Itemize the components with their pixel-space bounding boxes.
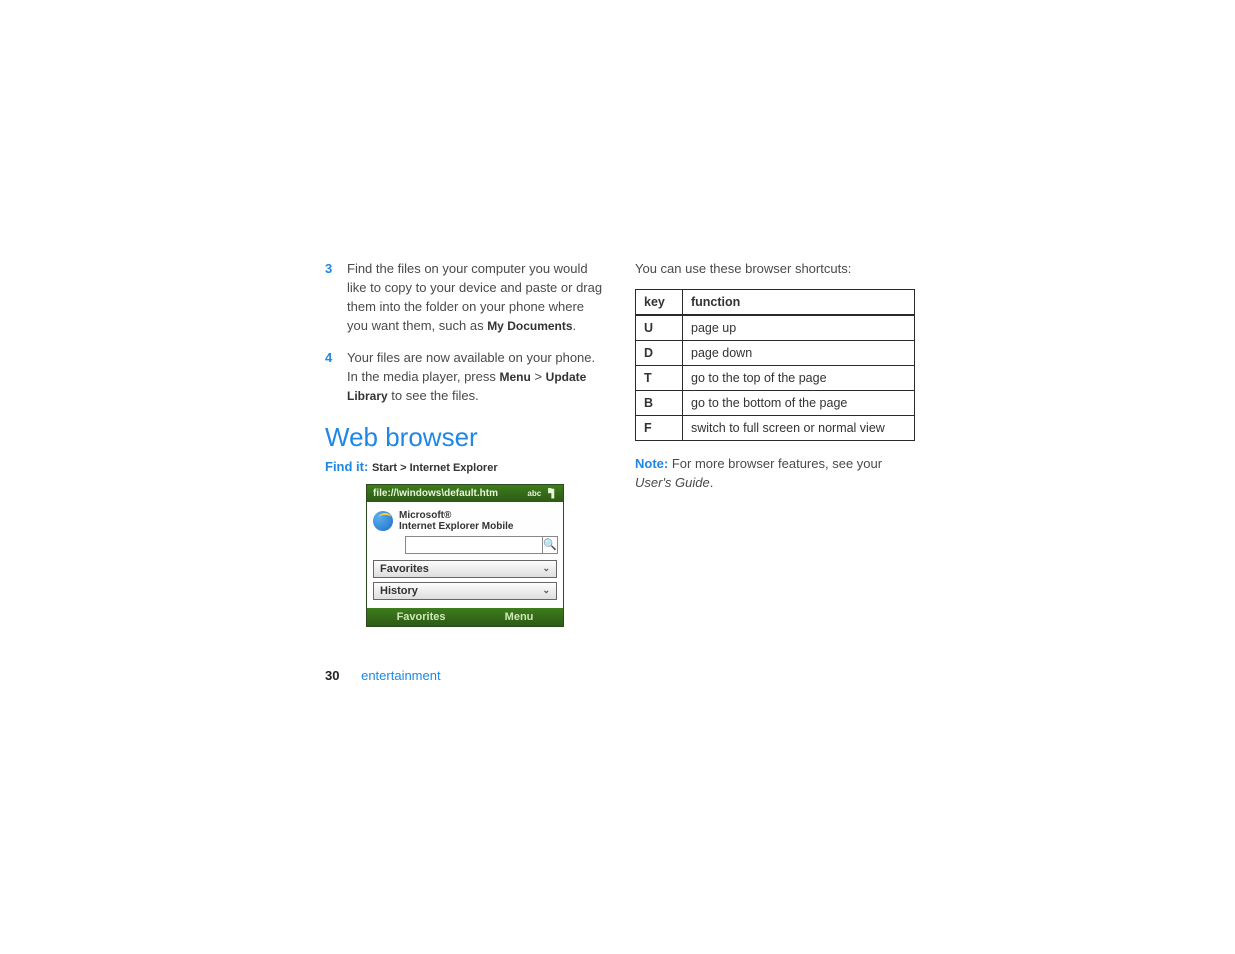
phone-content: Microsoft® Internet Explorer Mobile 🔍 Fa… bbox=[367, 502, 563, 608]
history-dropdown[interactable]: History ⌄ bbox=[373, 582, 557, 600]
step-text: Find the files on your computer you woul… bbox=[347, 260, 605, 335]
find-it-line: Find it: Start > Internet Explorer bbox=[325, 459, 605, 474]
ie-icon bbox=[373, 511, 393, 531]
cell-fn: page down bbox=[683, 340, 915, 365]
ie-brand2: Internet Explorer Mobile bbox=[399, 521, 513, 532]
cell-key: D bbox=[636, 340, 683, 365]
ie-brand1: Microsoft® bbox=[399, 510, 513, 521]
table-row: D page down bbox=[636, 340, 915, 365]
step-bold: My Documents bbox=[487, 319, 572, 333]
note-tail: . bbox=[710, 475, 714, 490]
table-row: T go to the top of the page bbox=[636, 365, 915, 390]
chevron-down-icon: ⌄ bbox=[542, 585, 550, 596]
table-row: B go to the bottom of the page bbox=[636, 390, 915, 415]
page-number: 30 bbox=[325, 668, 339, 683]
page-body: 3 Find the files on your computer you wo… bbox=[325, 260, 915, 627]
table-row: U page up bbox=[636, 315, 915, 341]
right-column: You can use these browser shortcuts: key… bbox=[635, 260, 915, 627]
cell-key: T bbox=[636, 365, 683, 390]
favorites-dropdown[interactable]: Favorites ⌄ bbox=[373, 560, 557, 578]
step-text: Your files are now available on your pho… bbox=[347, 349, 605, 406]
search-input[interactable] bbox=[405, 536, 543, 554]
findit-sep: > bbox=[400, 462, 406, 474]
findit-lead: Find it: bbox=[325, 459, 368, 474]
phone-mockup: file://\windows\default.htm abc ▝▌ Micro… bbox=[366, 484, 564, 627]
softkey-right[interactable]: Menu bbox=[505, 611, 534, 623]
intro-text: You can use these browser shortcuts: bbox=[635, 260, 915, 279]
findit-app: Internet Explorer bbox=[410, 462, 498, 474]
softkey-bar: Favorites Menu bbox=[367, 608, 563, 626]
table-header-row: key function bbox=[636, 289, 915, 315]
cell-key: F bbox=[636, 415, 683, 440]
th-key: key bbox=[636, 289, 683, 315]
cell-fn: go to the top of the page bbox=[683, 365, 915, 390]
note-lead: Note: bbox=[635, 456, 668, 471]
ie-header: Microsoft® Internet Explorer Mobile bbox=[373, 510, 557, 532]
favorites-label: Favorites bbox=[380, 563, 429, 575]
history-label: History bbox=[380, 585, 418, 597]
step-number: 3 bbox=[325, 260, 347, 335]
left-column: 3 Find the files on your computer you wo… bbox=[325, 260, 605, 627]
table-row: F switch to full screen or normal view bbox=[636, 415, 915, 440]
step-post: . bbox=[573, 318, 577, 333]
ie-title-text: Microsoft® Internet Explorer Mobile bbox=[399, 510, 513, 532]
step-3: 3 Find the files on your computer you wo… bbox=[325, 260, 605, 335]
abc-indicator: abc bbox=[527, 489, 541, 498]
th-function: function bbox=[683, 289, 915, 315]
findit-start: Start bbox=[372, 462, 397, 474]
step-mid: > bbox=[531, 369, 546, 384]
section-title: Web browser bbox=[325, 422, 605, 453]
cell-key: U bbox=[636, 315, 683, 341]
cell-fn: page up bbox=[683, 315, 915, 341]
chevron-down-icon: ⌄ bbox=[542, 563, 550, 574]
phone-titlebar: file://\windows\default.htm abc ▝▌ bbox=[367, 485, 563, 502]
page-footer: 30 entertainment bbox=[325, 668, 441, 683]
shortcuts-table: key function U page up D page down T go … bbox=[635, 289, 915, 441]
footer-section: entertainment bbox=[361, 668, 441, 683]
search-icon[interactable]: 🔍 bbox=[543, 536, 558, 554]
step-bold: Menu bbox=[499, 370, 530, 384]
step-4: 4 Your files are now available on your p… bbox=[325, 349, 605, 406]
cell-fn: switch to full screen or normal view bbox=[683, 415, 915, 440]
titlebar-path: file://\windows\default.htm bbox=[373, 488, 498, 499]
step-post2: to see the files. bbox=[388, 388, 479, 403]
titlebar-status: abc ▝▌ bbox=[527, 489, 557, 498]
search-box: 🔍 bbox=[405, 536, 557, 554]
note-ital: User's Guide bbox=[635, 475, 710, 490]
cell-key: B bbox=[636, 390, 683, 415]
step-number: 4 bbox=[325, 349, 347, 406]
softkey-left[interactable]: Favorites bbox=[397, 611, 446, 623]
note-text: Note: For more browser features, see you… bbox=[635, 455, 915, 493]
note-body: For more browser features, see your bbox=[668, 456, 882, 471]
cell-fn: go to the bottom of the page bbox=[683, 390, 915, 415]
signal-icon: ▝▌ bbox=[545, 489, 557, 498]
